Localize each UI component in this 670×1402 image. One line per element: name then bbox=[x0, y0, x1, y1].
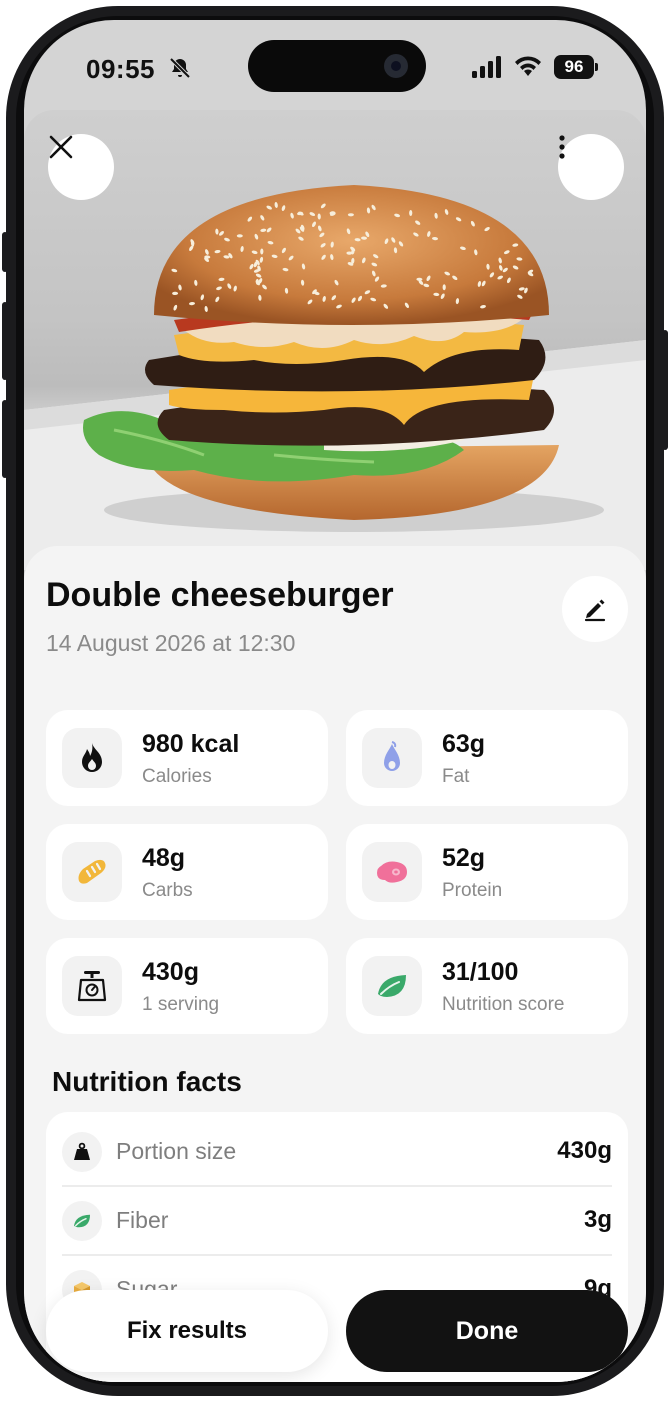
details-sheet: Double cheeseburger 14 August 2026 at 12… bbox=[24, 546, 646, 1382]
calories-card[interactable]: 980 kcal Calories bbox=[46, 710, 328, 806]
portion-size-value: 430g bbox=[557, 1137, 612, 1164]
status-time: 09:55 bbox=[86, 54, 155, 84]
carbs-card[interactable]: 48g Carbs bbox=[46, 824, 328, 920]
food-title: Double cheeseburger bbox=[46, 576, 394, 614]
screen: 09:55 96 Double cheeseburger 14 August 2… bbox=[24, 20, 646, 1382]
battery-indicator: 96 bbox=[554, 55, 598, 79]
protein-card[interactable]: 52g Protein bbox=[346, 824, 628, 920]
calories-label: Calories bbox=[142, 766, 212, 787]
weight-icon bbox=[74, 1142, 90, 1160]
leaf-icon bbox=[378, 975, 406, 997]
meat-icon bbox=[377, 861, 407, 883]
fat-icon-tile bbox=[362, 728, 422, 788]
scale-icon bbox=[77, 971, 107, 1002]
bell-muted-icon bbox=[169, 57, 191, 79]
nutrition-facts-title: Nutrition facts bbox=[52, 1066, 242, 1097]
edit-button[interactable] bbox=[562, 576, 628, 642]
front-camera bbox=[384, 54, 408, 78]
calories-value: 980 kcal bbox=[142, 730, 240, 758]
carbs-icon-tile bbox=[62, 842, 122, 902]
wifi-icon bbox=[515, 56, 541, 76]
dynamic-island bbox=[248, 40, 426, 92]
fat-value: 63g bbox=[442, 730, 486, 758]
weight-icon-tile bbox=[62, 1132, 102, 1172]
calories-icon-tile bbox=[62, 728, 122, 788]
fiber-icon-tile bbox=[62, 1201, 102, 1241]
portion-size-label: Portion size bbox=[116, 1138, 237, 1164]
serving-value: 430g bbox=[142, 958, 199, 986]
sesame-seed bbox=[442, 284, 446, 291]
score-icon-tile bbox=[362, 956, 422, 1016]
close-icon bbox=[49, 135, 73, 159]
protein-icon-tile bbox=[362, 842, 422, 902]
fat-drop-icon bbox=[384, 741, 400, 771]
nutrition-score-card[interactable]: 31/100 Nutrition score bbox=[346, 938, 628, 1034]
bread-icon bbox=[78, 859, 106, 884]
fat-label: Fat bbox=[442, 766, 470, 787]
carbs-value: 48g bbox=[142, 844, 186, 872]
fix-results-button[interactable]: Fix results bbox=[46, 1290, 328, 1372]
more-options-button[interactable] bbox=[558, 134, 624, 200]
cellular-signal-icon bbox=[472, 56, 501, 78]
food-photo bbox=[24, 110, 646, 570]
sesame-seed bbox=[236, 234, 243, 238]
leaf-icon bbox=[74, 1214, 90, 1228]
nutrition-score-label: Nutrition score bbox=[442, 994, 565, 1015]
sesame-seed bbox=[409, 210, 413, 216]
food-timestamp: 14 August 2026 at 12:30 bbox=[46, 630, 296, 656]
fat-card[interactable]: 63g Fat bbox=[346, 710, 628, 806]
flame-icon bbox=[82, 743, 102, 772]
more-vertical-icon bbox=[559, 135, 565, 159]
protein-value: 52g bbox=[442, 844, 486, 872]
done-button[interactable]: Done bbox=[346, 1290, 628, 1372]
burger-illustration bbox=[24, 185, 646, 570]
fiber-label: Fiber bbox=[116, 1207, 169, 1233]
serving-label: 1 serving bbox=[142, 994, 220, 1015]
protein-label: Protein bbox=[442, 880, 503, 901]
serving-icon-tile bbox=[62, 956, 122, 1016]
sesame-seed bbox=[347, 213, 354, 217]
serving-card[interactable]: 430g 1 serving bbox=[46, 938, 328, 1034]
nutrition-row-portion: Portion size 430g bbox=[62, 1118, 612, 1186]
fiber-value: 3g bbox=[583, 1206, 612, 1233]
nutrition-score-value: 31/100 bbox=[442, 958, 519, 986]
close-button[interactable] bbox=[48, 134, 114, 200]
nutrition-row-fiber: Fiber 3g bbox=[62, 1187, 612, 1255]
carbs-label: Carbs bbox=[142, 880, 193, 901]
pencil-icon bbox=[584, 599, 606, 622]
